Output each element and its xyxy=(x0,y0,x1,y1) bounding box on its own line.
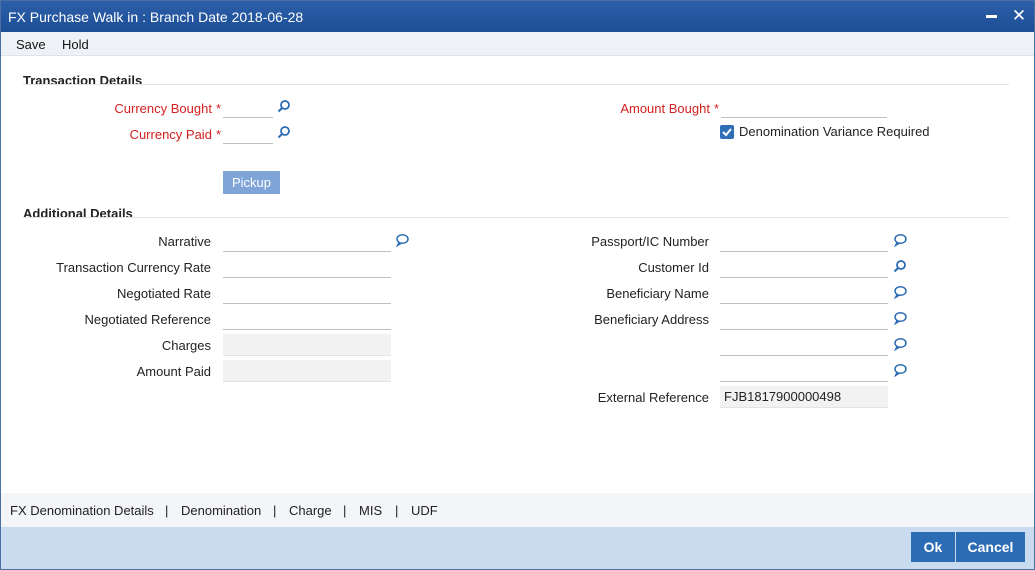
minimize-icon[interactable] xyxy=(981,6,1001,26)
required-marker: * xyxy=(215,101,221,116)
charges-label: Charges xyxy=(161,338,211,353)
amount-paid-label: Amount Paid xyxy=(136,364,211,379)
tab-denomination[interactable]: Denomination xyxy=(181,503,261,518)
negotiated-reference-label: Negotiated Reference xyxy=(84,312,211,327)
speech-bubble-icon[interactable] xyxy=(893,337,907,351)
beneficiary-address-line2-input[interactable] xyxy=(720,334,888,356)
subsystem-tabs: FX Denomination Details | Denomination |… xyxy=(1,493,1034,527)
speech-bubble-icon[interactable] xyxy=(893,285,907,299)
beneficiary-address-line1-input[interactable] xyxy=(720,308,888,330)
currency-bought-input[interactable] xyxy=(223,96,273,118)
close-icon[interactable]: ✕ xyxy=(1009,6,1029,26)
passport-ic-number-input[interactable] xyxy=(720,230,888,252)
transaction-currency-rate-label: Transaction Currency Rate xyxy=(56,260,211,275)
required-marker: * xyxy=(215,127,221,142)
denomination-variance-label: Denomination Variance Required xyxy=(739,124,930,139)
amount-bought-label: Amount Bought * xyxy=(541,101,719,116)
hold-menu-item[interactable]: Hold xyxy=(62,37,89,52)
tab-separator: | xyxy=(343,503,347,518)
search-icon[interactable] xyxy=(277,99,291,113)
amount-bought-label-text: Amount Bought xyxy=(620,101,710,116)
currency-bought-label: Currency Bought * xyxy=(61,101,221,116)
window-title: FX Purchase Walk in : Branch Date 2018-0… xyxy=(8,9,304,25)
ok-button[interactable]: Ok xyxy=(911,532,955,562)
search-icon[interactable] xyxy=(893,259,907,273)
tab-charge[interactable]: Charge xyxy=(289,503,332,518)
currency-paid-label-text: Currency Paid xyxy=(129,127,212,142)
denomination-variance-checkbox[interactable] xyxy=(720,125,734,139)
search-icon[interactable] xyxy=(277,125,291,139)
speech-bubble-icon[interactable] xyxy=(395,233,409,247)
menu-bar: Save Hold xyxy=(1,32,1034,56)
save-menu-item[interactable]: Save xyxy=(16,37,46,52)
speech-bubble-icon[interactable] xyxy=(893,363,907,377)
tab-separator: | xyxy=(165,503,169,518)
tab-mis[interactable]: MIS xyxy=(359,503,382,518)
tab-fx-denomination-details[interactable]: FX Denomination Details xyxy=(10,503,154,518)
beneficiary-name-label: Beneficiary Name xyxy=(606,286,709,301)
beneficiary-address-line3-input[interactable] xyxy=(720,360,888,382)
negotiated-rate-input[interactable] xyxy=(223,282,391,304)
customer-id-input[interactable] xyxy=(720,256,888,278)
tab-udf[interactable]: UDF xyxy=(411,503,438,518)
beneficiary-address-label: Beneficiary Address xyxy=(594,312,709,327)
charges-input xyxy=(223,334,391,356)
fx-purchase-walkin-window: FX Purchase Walk in : Branch Date 2018-0… xyxy=(0,0,1035,570)
amount-bought-input[interactable] xyxy=(721,96,887,118)
narrative-label: Narrative xyxy=(158,234,211,249)
negotiated-rate-label: Negotiated Rate xyxy=(117,286,211,301)
passport-ic-number-label: Passport/IC Number xyxy=(591,234,709,249)
speech-bubble-icon[interactable] xyxy=(893,311,907,325)
tab-separator: | xyxy=(273,503,277,518)
checkmark-icon xyxy=(722,128,732,137)
beneficiary-name-input[interactable] xyxy=(720,282,888,304)
narrative-input[interactable] xyxy=(223,230,391,252)
section-divider xyxy=(23,217,1009,218)
currency-paid-label: Currency Paid * xyxy=(61,127,221,142)
currency-bought-label-text: Currency Bought xyxy=(114,101,212,116)
footer-bar: Ok Cancel xyxy=(1,527,1034,569)
external-reference-label: External Reference xyxy=(597,390,709,405)
customer-id-label: Customer Id xyxy=(638,260,709,275)
cancel-button[interactable]: Cancel xyxy=(956,532,1025,562)
required-marker: * xyxy=(713,101,719,116)
negotiated-reference-input[interactable] xyxy=(223,308,391,330)
currency-paid-input[interactable] xyxy=(223,122,273,144)
transaction-currency-rate-input[interactable] xyxy=(223,256,391,278)
transaction-details-heading: Transaction Details xyxy=(23,73,143,88)
amount-paid-input xyxy=(223,360,391,382)
speech-bubble-icon[interactable] xyxy=(893,233,907,247)
pickup-button[interactable]: Pickup xyxy=(223,171,280,194)
title-bar: FX Purchase Walk in : Branch Date 2018-0… xyxy=(1,1,1034,32)
additional-details-heading: Additional Details xyxy=(23,206,133,221)
section-divider xyxy=(23,84,1009,85)
external-reference-input xyxy=(720,386,888,408)
tab-separator: | xyxy=(395,503,399,518)
